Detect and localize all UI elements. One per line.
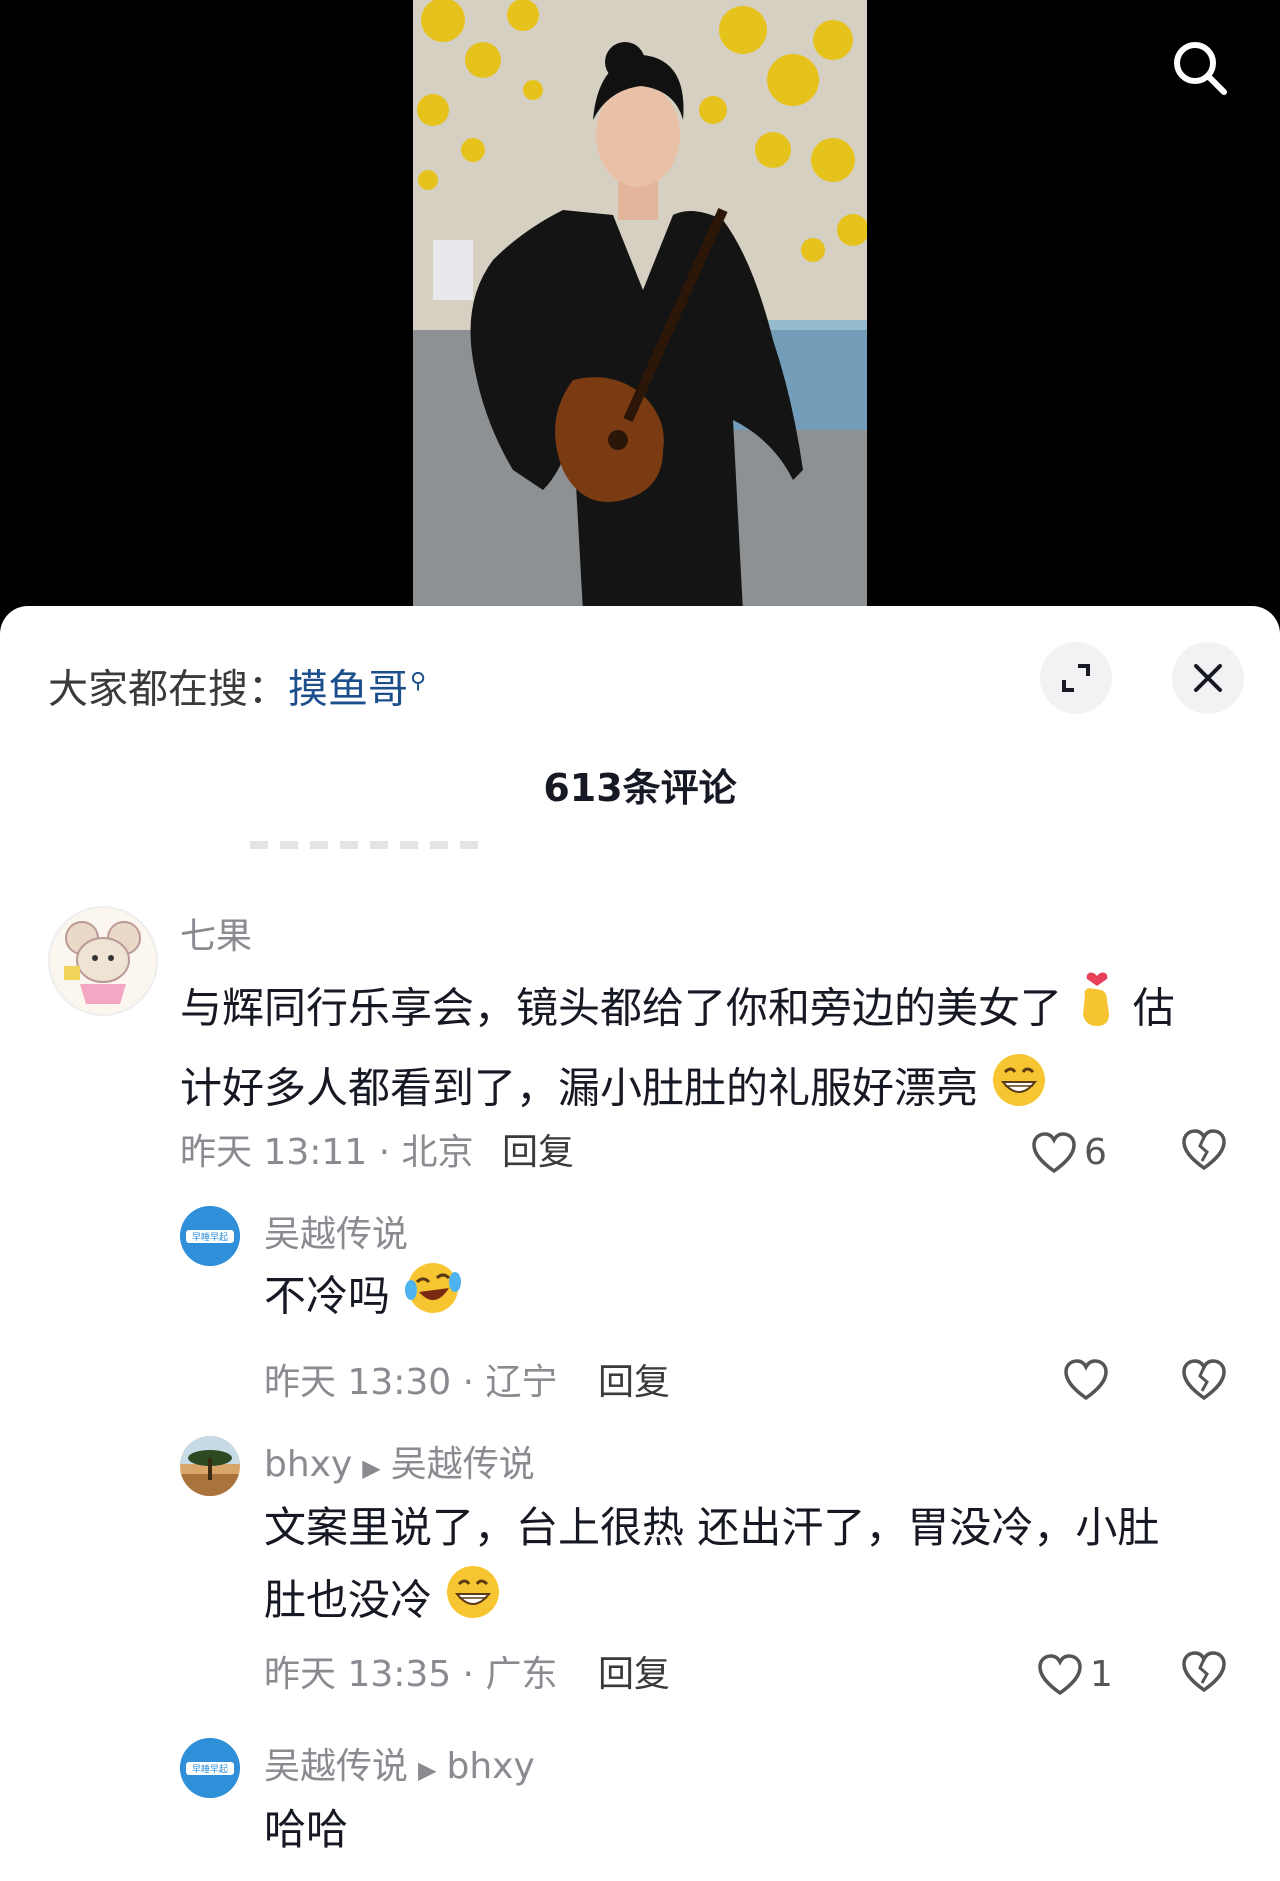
close-icon bbox=[1194, 664, 1222, 692]
comment-text-line: 不冷吗 bbox=[264, 1271, 391, 1321]
avatar-badge: 早睡早起 bbox=[180, 1738, 240, 1798]
comment-text-line: 肚也没冷 bbox=[264, 1575, 433, 1625]
search-keyword-icon: ⚲ bbox=[410, 669, 427, 694]
comment-text-line: 与辉同行乐享会，镜头都给了你和旁边的美女了 bbox=[180, 983, 1063, 1033]
comment-author[interactable]: 吴越传说 bbox=[264, 1210, 408, 1260]
heart-icon bbox=[1064, 1359, 1108, 1401]
comment-text-line: 估 bbox=[1132, 983, 1175, 1033]
laugh-cry-emoji-icon bbox=[403, 1260, 463, 1338]
search-icon bbox=[1174, 42, 1227, 95]
comment-author[interactable]: 吴越传说 bbox=[264, 1746, 408, 1787]
faded-previous-text bbox=[250, 841, 490, 849]
heart-icon bbox=[1038, 1654, 1082, 1696]
like-button[interactable]: 6 bbox=[1030, 1128, 1107, 1178]
hot-search-bar: 大家都在搜：摸鱼哥⚲ bbox=[48, 654, 426, 717]
comment-text: 不冷吗 bbox=[264, 1260, 1224, 1338]
dislike-button[interactable] bbox=[1180, 1128, 1228, 1176]
avatar[interactable]: 早睡早起 bbox=[180, 1738, 240, 1798]
grin-emoji-icon bbox=[991, 1052, 1047, 1130]
comment-time-location: 昨天 13:11 · 北京 bbox=[180, 1132, 474, 1173]
comment-text: 文案里说了，台上很热 还出汗了，胃没冷，小肚 肚也没冷 bbox=[264, 1492, 1244, 1642]
reply-button[interactable]: 回复 bbox=[502, 1128, 574, 1178]
comment-sheet: 大家都在搜：摸鱼哥⚲ 613条评论 七果 与辉同行乐享会，镜头都给了你和旁边的美… bbox=[0, 606, 1280, 1881]
like-count: 1 bbox=[1090, 1654, 1113, 1695]
comment-text: 与辉同行乐享会，镜头都给了你和旁边的美女了 估 计好多人都看到了，漏小肚肚的礼服… bbox=[180, 970, 1240, 1130]
hot-search-keyword[interactable]: 摸鱼哥 bbox=[288, 666, 408, 712]
avatar-text: 早睡早起 bbox=[192, 1763, 228, 1775]
avatar[interactable] bbox=[48, 906, 158, 1016]
comment-text-line: 哈哈 bbox=[264, 1805, 349, 1854]
broken-heart-icon bbox=[1182, 1359, 1226, 1401]
reply-to-user[interactable]: 吴越传说 bbox=[391, 1444, 535, 1485]
savanna-tree-avatar-icon bbox=[180, 1436, 240, 1496]
reply-arrow-icon: ▶ bbox=[362, 1454, 381, 1482]
like-button[interactable] bbox=[1062, 1358, 1116, 1402]
search-button[interactable] bbox=[1160, 28, 1240, 108]
video-frame[interactable] bbox=[413, 0, 867, 612]
like-count: 6 bbox=[1084, 1132, 1107, 1173]
avatar[interactable]: 早睡早起 bbox=[180, 1206, 240, 1266]
dislike-button[interactable] bbox=[1180, 1650, 1228, 1698]
mouse-avatar-icon bbox=[50, 908, 156, 1014]
comment-author-line: 吴越传说 ▶ bhxy bbox=[264, 1742, 535, 1795]
expand-icon bbox=[1062, 664, 1090, 692]
comment-author[interactable]: bhxy bbox=[264, 1444, 352, 1485]
comment-time-location: 昨天 13:35 · 广东 bbox=[264, 1654, 558, 1695]
reply-to-user[interactable]: bhxy bbox=[446, 1746, 534, 1787]
hot-search-prefix: 大家都在搜： bbox=[48, 666, 288, 713]
comment-author[interactable]: 七果 bbox=[180, 912, 252, 962]
comment-time-location: 昨天 13:30 · 辽宁 bbox=[264, 1362, 558, 1403]
close-button[interactable] bbox=[1172, 642, 1244, 714]
reply-button[interactable]: 回复 bbox=[598, 1650, 670, 1700]
avatar-text: 早睡早起 bbox=[192, 1231, 228, 1243]
reply-arrow-icon: ▶ bbox=[418, 1756, 437, 1784]
video-player[interactable] bbox=[0, 0, 1280, 640]
like-button[interactable]: 1 bbox=[1036, 1650, 1113, 1700]
video-still-image bbox=[413, 0, 867, 612]
comment-text: 哈哈 bbox=[264, 1794, 1224, 1866]
grin-emoji-icon bbox=[445, 1564, 501, 1642]
comment-text-line: 文案里说了，台上很热 还出汗了，胃没冷，小肚 bbox=[264, 1503, 1160, 1552]
heart-icon bbox=[1032, 1132, 1076, 1174]
comment-count-title: 613条评论 bbox=[543, 766, 737, 810]
avatar-badge: 早睡早起 bbox=[180, 1206, 240, 1266]
comment-author-line: bhxy ▶ 吴越传说 bbox=[264, 1440, 535, 1493]
finger-heart-emoji-icon bbox=[1075, 970, 1119, 1052]
broken-heart-icon bbox=[1182, 1129, 1226, 1171]
comment-text-line: 计好多人都看到了，漏小肚肚的礼服好漂亮 bbox=[180, 1063, 979, 1113]
broken-heart-icon bbox=[1182, 1651, 1226, 1693]
avatar[interactable] bbox=[180, 1436, 240, 1496]
dislike-button[interactable] bbox=[1180, 1358, 1228, 1406]
expand-button[interactable] bbox=[1040, 642, 1112, 714]
reply-button[interactable]: 回复 bbox=[598, 1358, 670, 1408]
